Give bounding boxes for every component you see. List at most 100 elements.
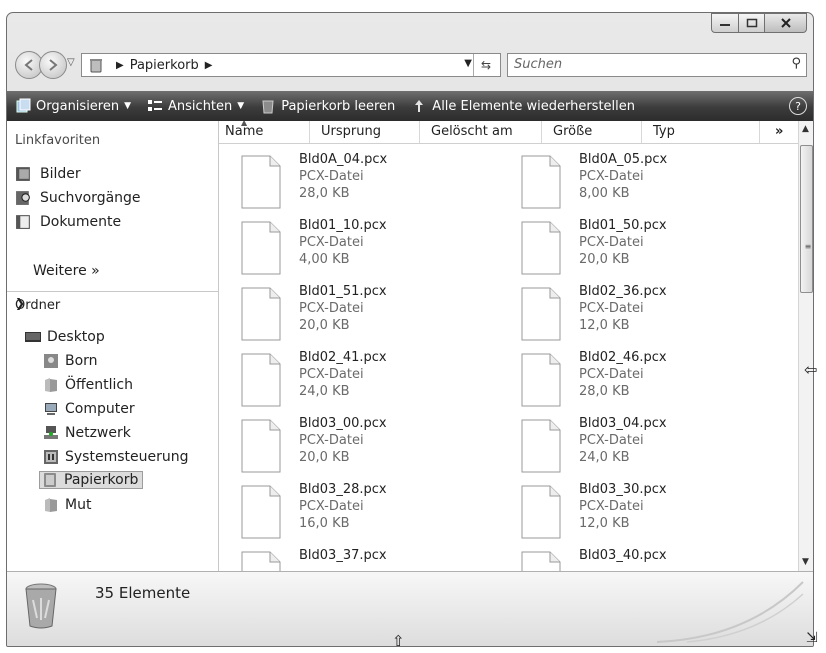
file-item[interactable]: Bld03_40.pcx xyxy=(511,547,741,571)
nav-link-bilder[interactable]: Bilder xyxy=(15,165,81,182)
empty-bin-label: Papierkorb leeren xyxy=(281,98,396,114)
scroll-thumb[interactable]: ≡ xyxy=(800,145,813,293)
scroll-up-icon[interactable]: ▲ xyxy=(802,124,809,134)
address-bar[interactable]: ▶ Papierkorb ▶ ▼ ⇆ xyxy=(81,53,501,77)
recent-pages-icon[interactable]: ▽ xyxy=(67,57,75,68)
column-typ[interactable]: Typ xyxy=(653,124,675,139)
column-ursprung[interactable]: Ursprung xyxy=(321,124,381,139)
chevron-down-icon[interactable]: ▼ xyxy=(464,58,472,69)
tree-item-desktop[interactable]: Desktop xyxy=(25,329,105,345)
organize-button[interactable]: Organisieren ▼ xyxy=(7,91,139,121)
file-item[interactable]: Bld02_46.pcx PCX-Datei 28,0 KB xyxy=(511,349,741,415)
file-item[interactable]: Bld02_41.pcx PCX-Datei 24,0 KB xyxy=(231,349,461,415)
tree-item-label: Desktop xyxy=(47,329,105,345)
file-size: 20,0 KB xyxy=(299,450,350,465)
chevron-down-icon: ❯ xyxy=(15,296,26,310)
more-links-button[interactable]: Weitere » xyxy=(33,263,100,279)
recycle-bin-icon xyxy=(90,59,102,73)
resize-diagonal-cursor-icon: ⇲ xyxy=(806,630,818,646)
file-list-pane: Name ▲ Ursprung Gelöscht am Größe Typ » … xyxy=(219,121,813,571)
file-item[interactable]: Bld0A_05.pcx PCX-Datei 8,00 KB xyxy=(511,151,741,217)
document-icon xyxy=(241,221,281,275)
file-type: PCX-Datei xyxy=(579,367,644,382)
file-type: PCX-Datei xyxy=(579,169,644,184)
file-size: 12,0 KB xyxy=(579,318,630,333)
file-type: PCX-Datei xyxy=(579,433,644,448)
tree-item-label: Öffentlich xyxy=(65,377,133,393)
file-item[interactable]: Bld03_28.pcx PCX-Datei 16,0 KB xyxy=(231,481,461,547)
navigation-pane: Linkfavoriten Bilder Suchvorgänge Dokume… xyxy=(7,121,219,571)
file-size: 20,0 KB xyxy=(579,252,630,267)
file-item[interactable]: Bld03_04.pcx PCX-Datei 24,0 KB xyxy=(511,415,741,481)
help-button[interactable]: ? xyxy=(781,91,813,121)
search-icon[interactable]: ⚲ xyxy=(791,56,801,71)
tree-item-netzwerk[interactable]: Netzwerk xyxy=(43,425,131,441)
views-icon xyxy=(148,100,163,111)
tree-item-systemsteuerung[interactable]: Systemsteuerung xyxy=(43,449,188,465)
document-icon xyxy=(521,155,561,209)
restore-all-label: Alle Elemente wiederherstellen xyxy=(432,98,636,114)
restore-all-button[interactable]: Alle Elemente wiederherstellen xyxy=(403,91,643,121)
views-button[interactable]: Ansichten ▼ xyxy=(139,91,252,121)
folder-icon xyxy=(45,378,57,392)
vertical-scrollbar[interactable]: ▲ ≡ ▼ xyxy=(798,121,813,571)
minimize-icon[interactable] xyxy=(711,13,739,33)
item-count: 35 Elemente xyxy=(95,584,191,602)
file-item[interactable]: Bld03_00.pcx PCX-Datei 20,0 KB xyxy=(231,415,461,481)
file-size: 28,0 KB xyxy=(299,186,350,201)
tree-item-label: Papierkorb xyxy=(64,472,139,488)
resize-horizontal-cursor-icon: ⇦ xyxy=(804,360,818,379)
tree-item-label: Computer xyxy=(65,401,135,417)
chevron-right-icon[interactable]: ▶ xyxy=(116,60,124,71)
file-item[interactable]: Bld01_10.pcx PCX-Datei 4,00 KB xyxy=(231,217,461,283)
file-size: 8,00 KB xyxy=(579,186,630,201)
sort-ascending-icon: ▲ xyxy=(241,121,248,127)
chevron-down-icon: ▼ xyxy=(124,101,132,111)
nav-link-suchvorgaenge[interactable]: Suchvorgänge xyxy=(15,189,141,206)
file-item[interactable]: Bld03_30.pcx PCX-Datei 12,0 KB xyxy=(511,481,741,547)
document-icon xyxy=(521,221,561,275)
scroll-down-icon[interactable]: ▼ xyxy=(802,557,809,567)
column-groesse[interactable]: Größe xyxy=(553,124,592,139)
search-input[interactable]: Suchen ⚲ xyxy=(507,53,807,77)
file-type: PCX-Datei xyxy=(299,301,364,316)
tree-item-papierkorb[interactable]: Papierkorb xyxy=(39,471,144,489)
refresh-icon[interactable]: ⇆ xyxy=(473,54,498,76)
file-type: PCX-Datei xyxy=(579,301,644,316)
tree-item-mut[interactable]: Mut xyxy=(43,497,91,513)
grip-icon: ≡ xyxy=(804,242,812,251)
nav-link-label: Dokumente xyxy=(40,213,122,230)
forward-button[interactable] xyxy=(39,51,67,79)
file-type: PCX-Datei xyxy=(299,235,364,250)
tree-item-label: Systemsteuerung xyxy=(65,449,189,465)
nav-link-label: Bilder xyxy=(40,165,81,182)
file-name: Bld03_00.pcx xyxy=(299,416,387,431)
document-icon xyxy=(521,287,561,341)
chevron-right-icon[interactable]: ▶ xyxy=(205,60,213,71)
close-icon[interactable] xyxy=(765,13,807,33)
document-icon xyxy=(521,485,561,539)
file-item[interactable]: Bld03_37.pcx xyxy=(231,547,461,571)
file-item[interactable]: Bld01_51.pcx PCX-Datei 20,0 KB xyxy=(231,283,461,349)
resize-vertical-cursor-icon: ⇧ xyxy=(392,632,405,650)
breadcrumb-papierkorb[interactable]: Papierkorb xyxy=(130,58,199,73)
file-item[interactable]: Bld0A_04.pcx PCX-Datei 28,0 KB xyxy=(231,151,461,217)
empty-bin-button[interactable]: Papierkorb leeren xyxy=(252,91,403,121)
file-item[interactable]: Bld01_50.pcx PCX-Datei 20,0 KB xyxy=(511,217,741,283)
nav-link-dokumente[interactable]: Dokumente xyxy=(15,213,121,230)
document-icon xyxy=(241,353,281,407)
maximize-icon[interactable] xyxy=(739,13,765,33)
more-columns-button[interactable]: » xyxy=(775,124,783,139)
file-type: PCX-Datei xyxy=(579,235,644,250)
command-bar: Organisieren ▼ Ansichten ▼ Papierkorb le… xyxy=(7,91,813,121)
file-name: Bld02_46.pcx xyxy=(579,350,667,365)
tree-item-computer[interactable]: Computer xyxy=(43,401,135,417)
document-icon xyxy=(241,287,281,341)
file-item[interactable]: Bld02_36.pcx PCX-Datei 12,0 KB xyxy=(511,283,741,349)
details-pane: 35 Elemente xyxy=(7,571,813,646)
file-name: Bld01_50.pcx xyxy=(579,218,667,233)
tree-item-born[interactable]: Born xyxy=(43,353,98,369)
tree-item-oeffentlich[interactable]: Öffentlich xyxy=(43,377,133,393)
folders-toggle[interactable]: Ordner ❯ xyxy=(7,291,218,318)
column-geloescht-am[interactable]: Gelöscht am xyxy=(431,124,513,139)
